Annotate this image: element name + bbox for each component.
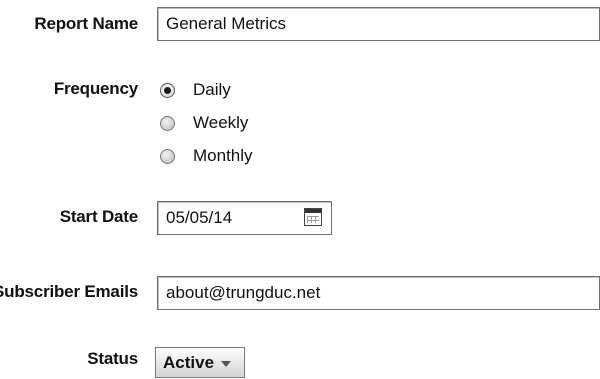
daily-radio-label: Daily [193, 80, 231, 99]
weekly-radio[interactable] [160, 115, 175, 131]
status-select-value: Active [163, 352, 215, 372]
status-label: Status [87, 349, 138, 368]
report-name-input[interactable]: General Metrics [157, 7, 600, 41]
status-select[interactable]: Active [155, 347, 245, 378]
weekly-radio-label: Weekly [193, 113, 249, 132]
calendar-icon[interactable] [304, 208, 322, 226]
daily-radio[interactable] [160, 82, 175, 98]
frequency-label: Frequency [53, 79, 138, 98]
start-date-label: Start Date [59, 207, 139, 226]
monthly-radio[interactable] [160, 148, 175, 164]
start-date-value: 05/05/14 [166, 208, 233, 227]
monthly-radio-label: Monthly [193, 146, 253, 165]
subscriber-emails-label: Subscriber Emails [0, 282, 138, 301]
frequency-option-weekly[interactable]: Weekly [160, 112, 248, 134]
start-date-input[interactable]: 05/05/14 [157, 201, 332, 235]
frequency-option-daily[interactable]: Daily [160, 79, 231, 101]
frequency-option-monthly[interactable]: Monthly [160, 145, 253, 167]
subscriber-emails-input[interactable]: about@trungduc.net [157, 276, 600, 310]
report-name-label: Report Name [34, 14, 138, 33]
chevron-down-icon [221, 360, 232, 367]
